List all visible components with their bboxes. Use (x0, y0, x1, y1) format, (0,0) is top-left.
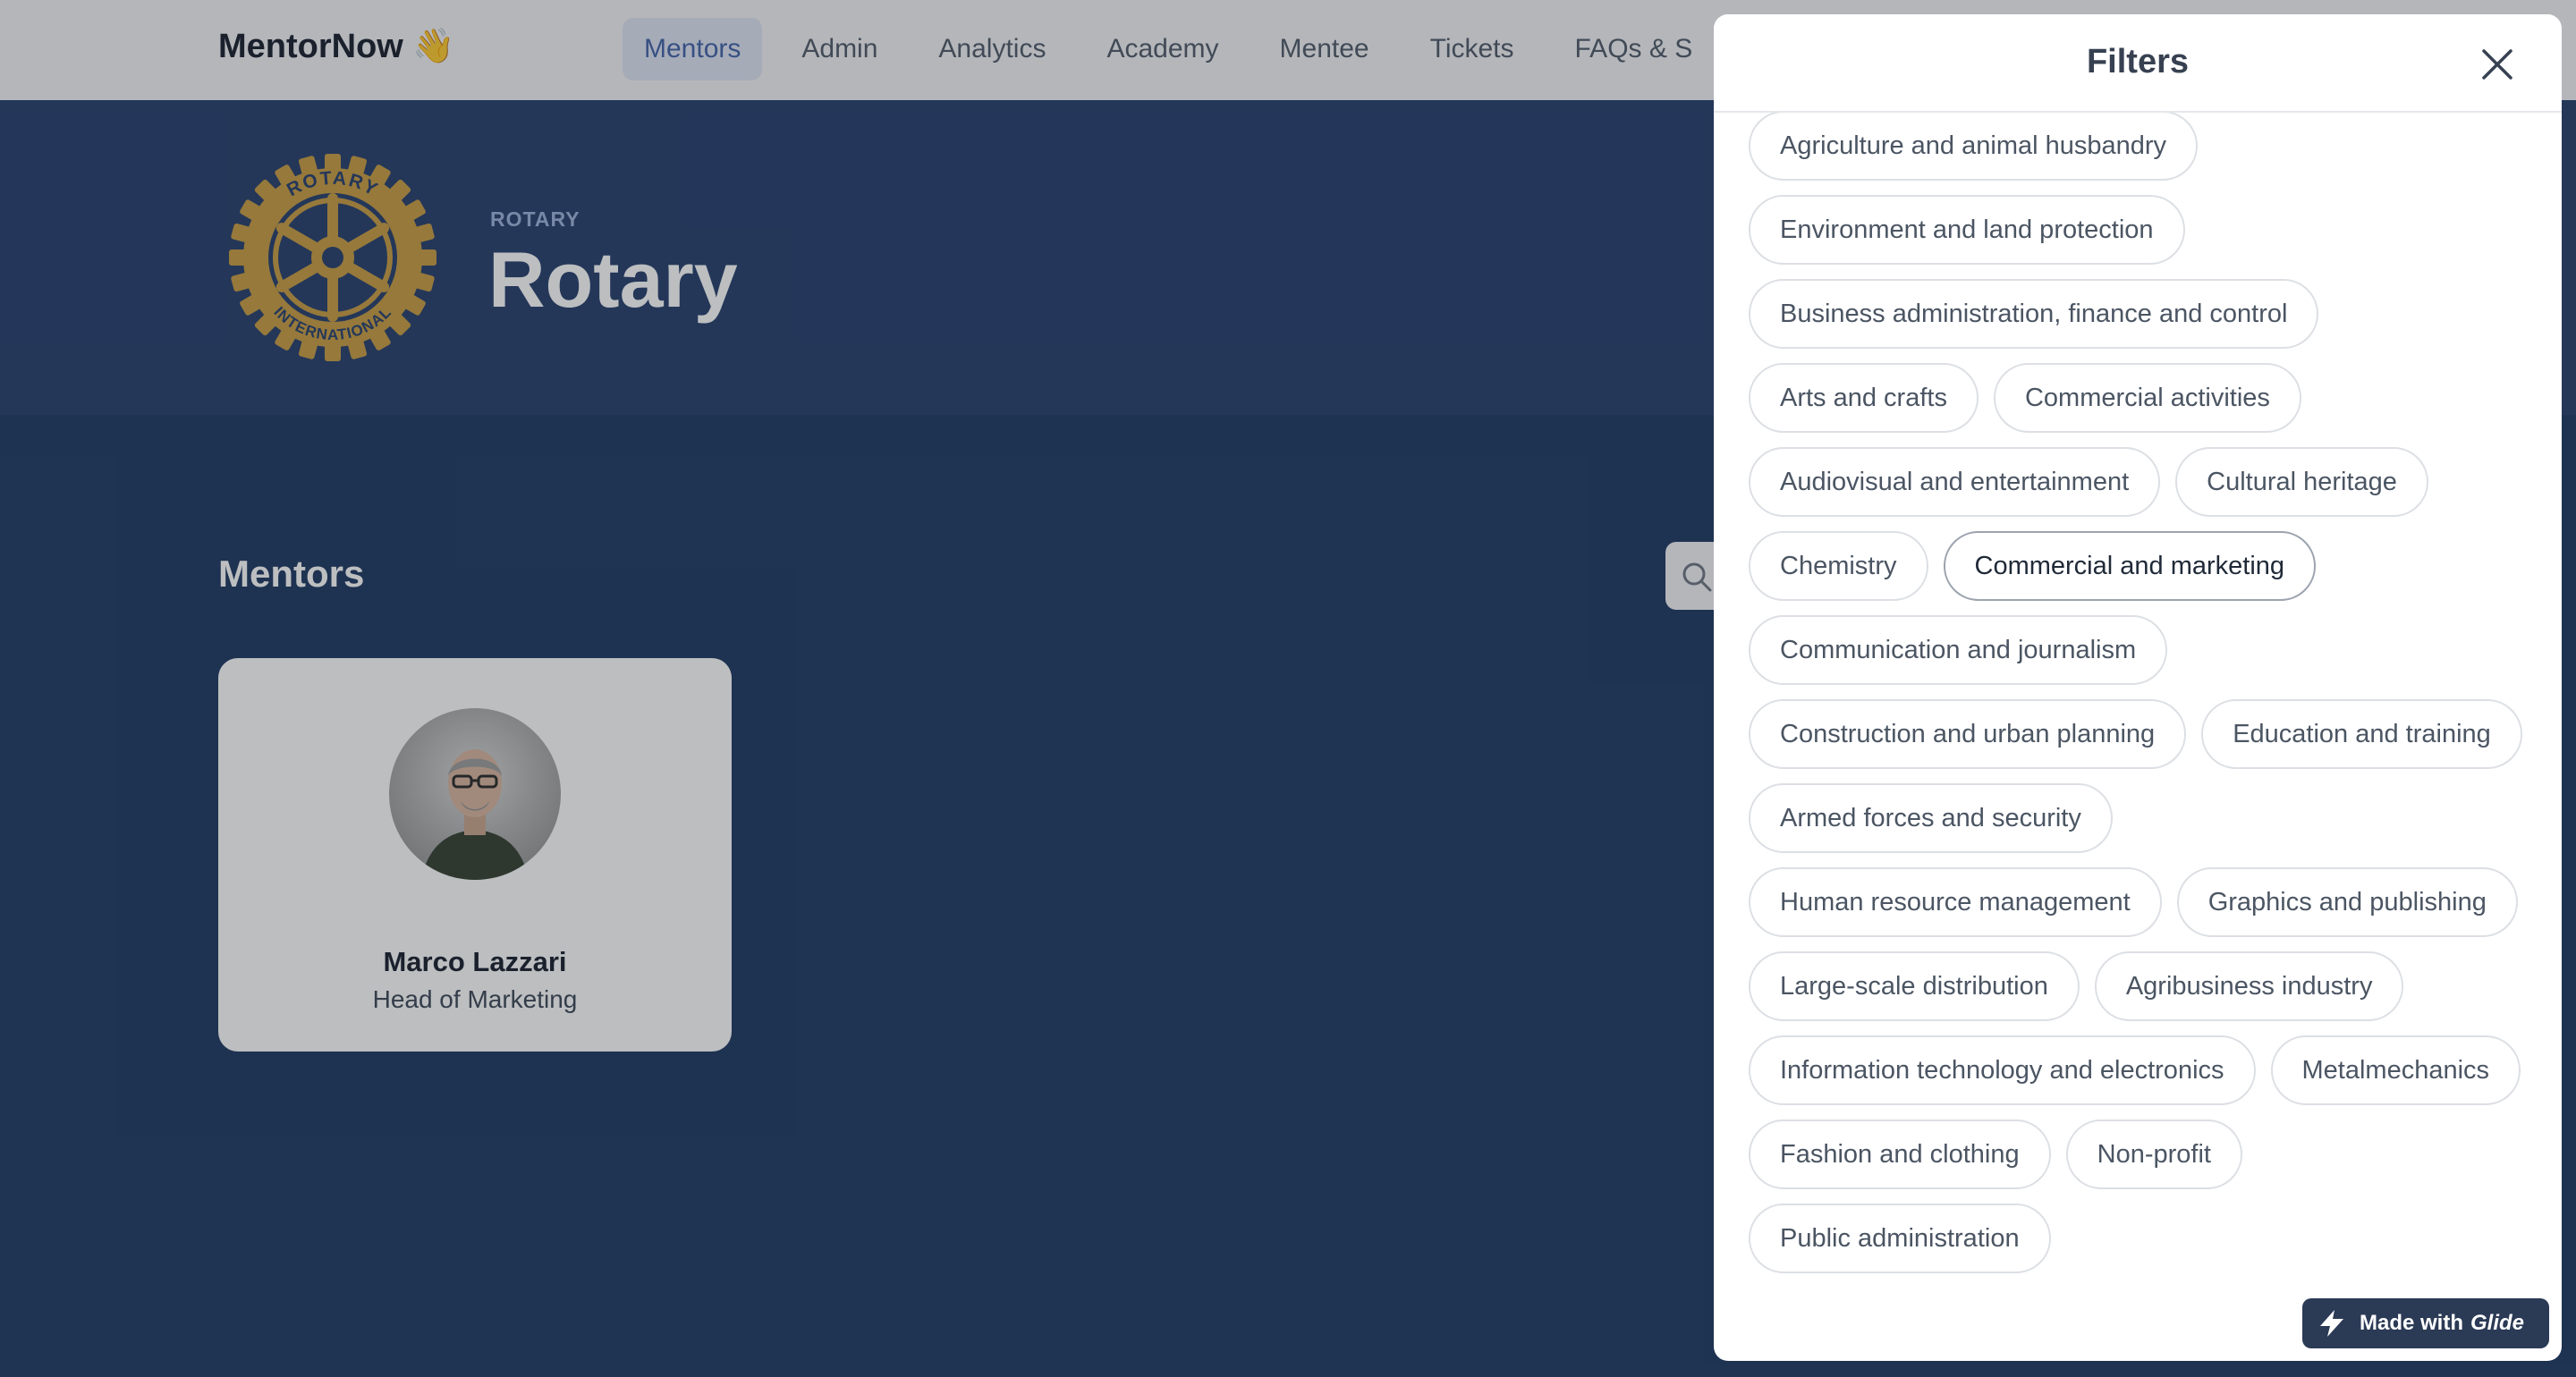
filter-chip[interactable]: Human resource management (1749, 867, 2162, 937)
made-with-glide-badge[interactable]: Made with Glide (2302, 1298, 2549, 1348)
filter-chip[interactable]: Non-profit (2065, 1119, 2242, 1189)
filter-chip[interactable]: Education and training (2201, 699, 2522, 769)
filter-chip[interactable]: Chemistry (1749, 531, 1928, 601)
filters-title: Filters (2086, 43, 2190, 80)
filter-chip[interactable]: Graphics and publishing (2176, 867, 2518, 937)
filters-panel: Filters Agriculture and animal husbandry… (1714, 14, 2562, 1361)
filter-chip[interactable]: Metalmechanics (2270, 1035, 2521, 1105)
filter-chip[interactable]: Audiovisual and entertainment (1749, 447, 2161, 517)
filter-chip[interactable]: Commercial activities (1993, 363, 2301, 433)
filter-chip-list: Agriculture and animal husbandry Environm… (1749, 111, 2536, 1273)
filter-chip[interactable]: Fashion and clothing (1749, 1119, 2051, 1189)
filter-chip[interactable]: Cultural heritage (2175, 447, 2428, 517)
filter-chip[interactable]: Construction and urban planning (1749, 699, 2187, 769)
filter-chip[interactable]: Agriculture and animal husbandry (1749, 111, 2199, 181)
filter-chip[interactable]: Information technology and electronics (1749, 1035, 2256, 1105)
glide-bolt-icon (2320, 1310, 2343, 1337)
filter-chip[interactable]: Communication and journalism (1749, 615, 2168, 685)
glide-badge-prefix: Made with (2360, 1311, 2464, 1335)
filter-chip[interactable]: Arts and crafts (1749, 363, 1979, 433)
filter-chip[interactable]: Agribusiness industry (2094, 951, 2404, 1021)
filter-chip[interactable]: Public administration (1749, 1204, 2051, 1273)
filters-header: Filters (1714, 14, 2562, 113)
filter-chip[interactable]: Environment and land protection (1749, 195, 2185, 265)
filter-chip[interactable]: Armed forces and security (1749, 783, 2113, 853)
close-icon[interactable] (2479, 46, 2515, 82)
filter-chip[interactable]: Business administration, finance and con… (1749, 279, 2319, 349)
glide-badge-brand: Glide (2470, 1311, 2525, 1335)
filter-chip[interactable]: Large-scale distribution (1749, 951, 2080, 1021)
filter-chip[interactable]: Commercial and marketing (1943, 531, 2317, 601)
